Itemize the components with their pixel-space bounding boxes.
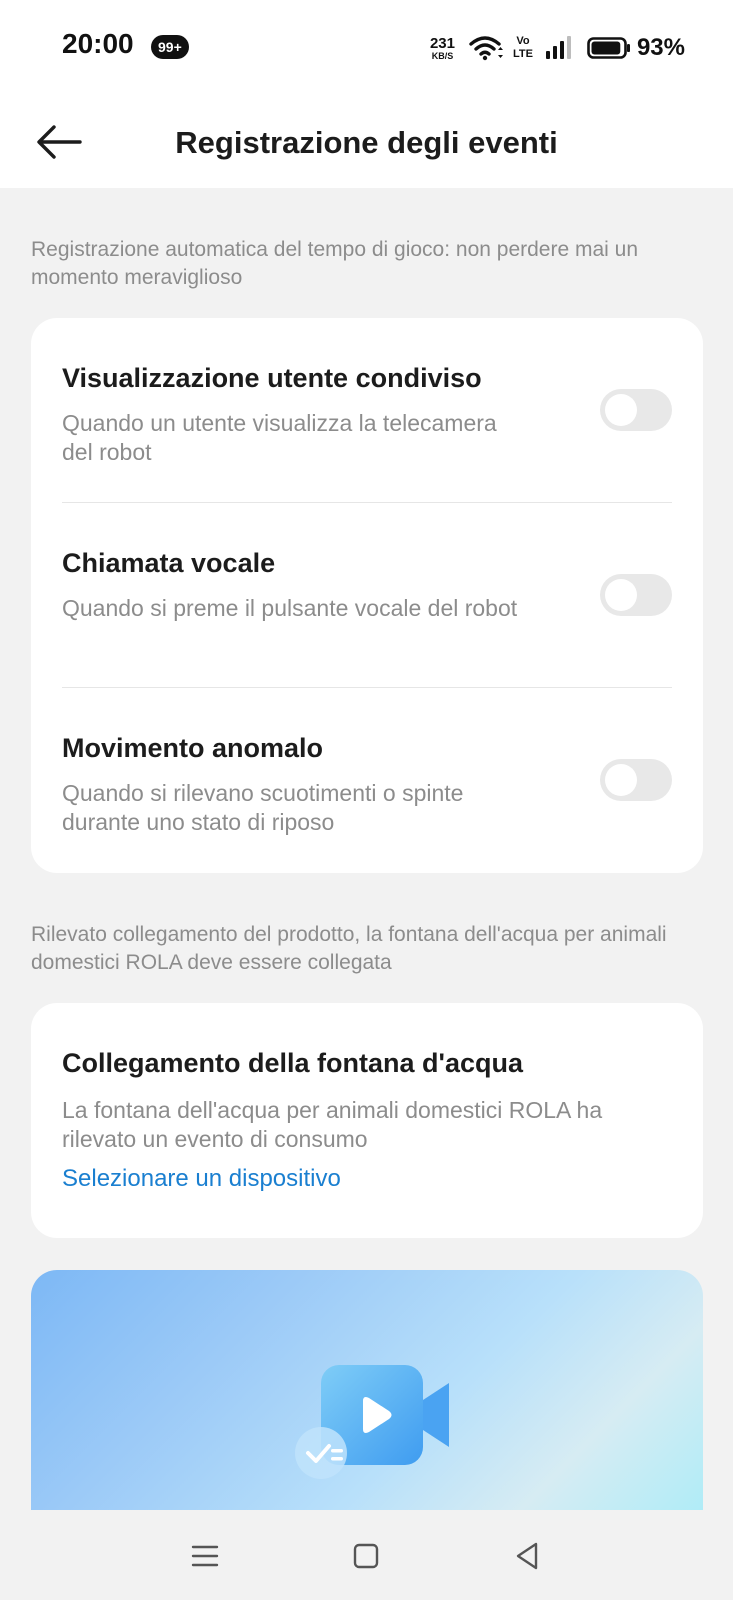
page-title: Registrazione degli eventi: [175, 125, 558, 160]
card-title: Collegamento della fontana d'acqua: [62, 1048, 523, 1078]
battery-icon: [587, 37, 630, 59]
setting-row-shared-user-view: Visualizzazione utente condiviso Quando …: [31, 318, 703, 503]
signal-icon: [545, 36, 571, 59]
card-description: La fontana dell'acqua per animali domest…: [62, 1097, 603, 1152]
setting-description: Quando si preme il pulsante vocale del r…: [62, 595, 518, 621]
volte-indicator: Vo LTE: [513, 36, 533, 60]
setting-title: Visualizzazione utente condiviso: [62, 363, 482, 393]
back-triangle-icon[interactable]: [508, 1536, 548, 1576]
setting-title: Movimento anomalo: [62, 733, 324, 763]
net-speed-unit: KB/S: [431, 50, 454, 61]
menu-icon[interactable]: [185, 1536, 225, 1576]
promo-banner[interactable]: [31, 1270, 703, 1510]
wifi-icon: [469, 36, 503, 61]
select-device-link[interactable]: Selezionare un dispositivo: [62, 1165, 341, 1193]
video-camera-icon: [295, 1365, 449, 1479]
setting-row-voice-call: Chiamata vocale Quando si preme il pulsa…: [31, 503, 703, 688]
shared-user-view-toggle[interactable]: [600, 389, 672, 431]
voice-call-toggle[interactable]: [600, 574, 672, 616]
status-icons: 231 KB/S Vo LTE 93%: [430, 30, 685, 66]
system-navigation-bar: [0, 1510, 733, 1600]
setting-row-abnormal-movement: Movimento anomalo Quando si rilevano scu…: [31, 688, 703, 873]
net-speed-value: 231: [429, 34, 455, 52]
water-fountain-card: Collegamento della fontana d'acqua La fo…: [31, 1003, 703, 1238]
battery-percent: 93%: [636, 34, 685, 61]
setting-title: Chiamata vocale: [62, 548, 276, 578]
setting-description: Quando un utente visualizza la telecamer…: [62, 410, 497, 465]
toggle-knob: [605, 764, 637, 796]
setting-description: Quando si rilevano scuotimenti o spinte …: [62, 780, 464, 835]
home-square-icon[interactable]: [346, 1536, 386, 1576]
section-description: Registrazione automatica del tempo di gi…: [31, 238, 639, 289]
volte-bottom: LTE: [512, 48, 533, 60]
notification-badge: 99+: [151, 35, 189, 59]
volte-top: Vo: [516, 35, 530, 47]
abnormal-movement-toggle[interactable]: [600, 759, 672, 801]
app-header: Registrazione degli eventi: [0, 95, 733, 188]
event-settings-card: Visualizzazione utente condiviso Quando …: [31, 318, 703, 873]
toggle-knob: [605, 394, 637, 426]
section-description: Rilevato collegamento del prodotto, la f…: [31, 923, 667, 974]
status-bar: 20:00 99+ 231 KB/S Vo LTE 93%: [0, 0, 733, 95]
net-speed: 231 KB/S: [430, 36, 455, 61]
toggle-knob: [605, 579, 637, 611]
status-time: 20:00: [62, 28, 134, 59]
